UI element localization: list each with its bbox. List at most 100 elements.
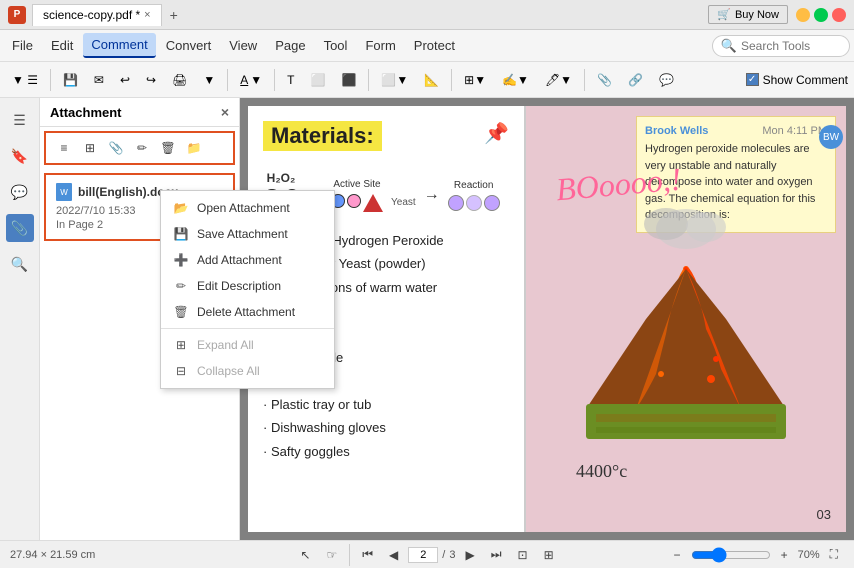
tool-signature[interactable]: ✍▼ [496,69,535,91]
menu-form[interactable]: Form [357,34,403,57]
close-button[interactable] [832,8,846,22]
menu-comment[interactable]: Comment [83,33,155,58]
tool-text-select[interactable]: ⬜ [304,69,331,91]
tool-highlight[interactable]: 🖊▼ [539,69,578,91]
menu-protect[interactable]: Protect [406,34,463,57]
cart-icon: 🛒 [717,8,731,21]
page-number-input[interactable] [408,547,438,563]
tool-more[interactable]: ▼ [197,69,221,91]
show-comment-container: Show Comment [746,73,848,87]
tool-link[interactable]: 🔗 [622,69,649,91]
menu-page[interactable]: Page [267,34,313,57]
trash-icon: 🗑 [173,304,189,320]
title-bar: P science-copy.pdf * × + 🛒 Buy Now [0,0,854,30]
panel-tool-delete[interactable]: 🗑 [156,137,180,159]
separator-3 [274,69,275,91]
ctx-expand-all: ⊞ Expand All [161,332,334,358]
tool-select[interactable]: ▼ ☰ [6,69,44,91]
zoom-slider[interactable] [691,547,771,563]
show-comment-label: Show Comment [763,73,848,87]
ctx-save-attachment[interactable]: 💾 Save Attachment [161,221,334,247]
fullscreen-button[interactable]: ⛶ [824,545,844,564]
maximize-button[interactable] [814,8,828,22]
panel-tool-list[interactable]: ≡ [52,137,76,159]
nav-fit-width[interactable]: ⊞ [538,546,560,564]
ingredient-9: · Safty goggles [263,440,509,463]
new-tab-button[interactable]: + [164,4,184,26]
buy-now-button[interactable]: 🛒 Buy Now [708,5,788,24]
tool-measure[interactable]: 📐 [418,69,445,91]
nav-hand-tool[interactable]: ☞ [320,546,343,564]
separator-2 [227,69,228,91]
nav-fit-page[interactable]: ⊡ [512,546,534,564]
separator-5 [451,69,452,91]
tab-title: science-copy.pdf * [43,8,140,22]
panel-tool-attach[interactable]: 📎 [104,137,128,159]
ctx-add-attachment[interactable]: ➕ Add Attachment [161,247,334,273]
tool-attach[interactable]: 📎 [591,69,618,91]
nav-last-page[interactable]: ⏭ [485,545,508,564]
tool-text-markup[interactable]: ⬛ [335,69,362,91]
folder-open-icon: 📂 [173,200,189,216]
sidebar-item-panels[interactable]: ☰ [6,106,34,134]
search-input[interactable] [741,39,841,53]
menu-file[interactable]: File [4,34,41,57]
page-number-right: 03 [817,507,831,522]
file-icon: W [56,183,72,201]
status-bar: 27.94 × 21.59 cm ↖ ☞ ⏮ ◀ / 3 ▶ ⏭ ⊡ ⊞ − +… [0,540,854,568]
menu-edit[interactable]: Edit [43,34,81,57]
zoom-in-button[interactable]: + [775,546,794,564]
sidebar-item-attachments[interactable]: 📎 [6,214,34,242]
sidebar-item-bookmarks[interactable]: 🔖 [6,142,34,170]
nav-first-page[interactable]: ⏮ [356,545,379,564]
menu-tool[interactable]: Tool [316,34,356,57]
panel-close-button[interactable]: × [221,104,229,120]
nav-next-page[interactable]: ▶ [459,546,480,564]
materials-title: Materials: [263,121,382,151]
volcano-svg [546,189,826,449]
tab-close-button[interactable]: × [144,9,150,21]
ctx-edit-description[interactable]: ✏ Edit Description [161,273,334,299]
ingredient-8: · Dishwashing gloves [263,416,509,439]
nav-select-tool[interactable]: ↖ [294,546,316,564]
tool-shape[interactable]: ⬜▼ [375,69,414,91]
tool-redo[interactable]: ↪ [140,69,162,91]
sidebar-item-search[interactable]: 🔍 [6,250,34,278]
search-box[interactable]: 🔍 [712,35,850,57]
minimize-button[interactable] [796,8,810,22]
file-tab[interactable]: science-copy.pdf * × [32,4,162,26]
panel-toolbar: ≡ ⊞ 📎 ✏ 🗑 📁 [44,131,235,165]
ctx-collapse-all: ⊟ Collapse All [161,358,334,384]
zoom-controls: − + 70% ⛶ [571,545,844,564]
tool-save[interactable]: 💾 [57,69,84,91]
ctx-delete-attachment[interactable]: 🗑 Delete Attachment [161,299,334,325]
panel-header: Attachment × [40,98,239,127]
nav-prev-page[interactable]: ◀ [383,546,404,564]
sidebar-item-comments[interactable]: 💬 [6,178,34,206]
add-icon: ➕ [173,252,189,268]
tool-textbox[interactable]: T [281,69,300,91]
title-bar-right: 🛒 Buy Now [708,5,846,24]
tool-undo[interactable]: ↩ [114,69,136,91]
zoom-out-button[interactable]: − [668,546,687,564]
ctx-open-attachment[interactable]: 📂 Open Attachment [161,195,334,221]
temp-text: 4400°c [576,461,627,482]
menu-view[interactable]: View [221,34,265,57]
ingredient-7: · Plastic tray or tub [263,393,509,416]
ctx-separator [161,328,334,329]
search-icon: 🔍 [721,38,737,54]
tool-callout[interactable]: 💬 [653,69,680,91]
menu-convert[interactable]: Convert [158,34,220,57]
tool-underline[interactable]: A ▼ [234,69,268,91]
panel-tool-edit[interactable]: ✏ [130,137,154,159]
tool-stamp[interactable]: ⊞▼ [458,69,492,91]
show-comment-checkbox[interactable] [746,73,759,86]
page-separator: / [442,549,445,561]
separator-4 [368,69,369,91]
panel-tool-folder[interactable]: 📁 [182,137,206,159]
panel-tool-thumbnail[interactable]: ⊞ [78,137,102,159]
edit-desc-icon: ✏ [173,278,189,294]
tool-email[interactable]: ✉ [88,69,110,91]
tool-print[interactable]: 🖨 [166,69,193,91]
separator-6 [584,69,585,91]
